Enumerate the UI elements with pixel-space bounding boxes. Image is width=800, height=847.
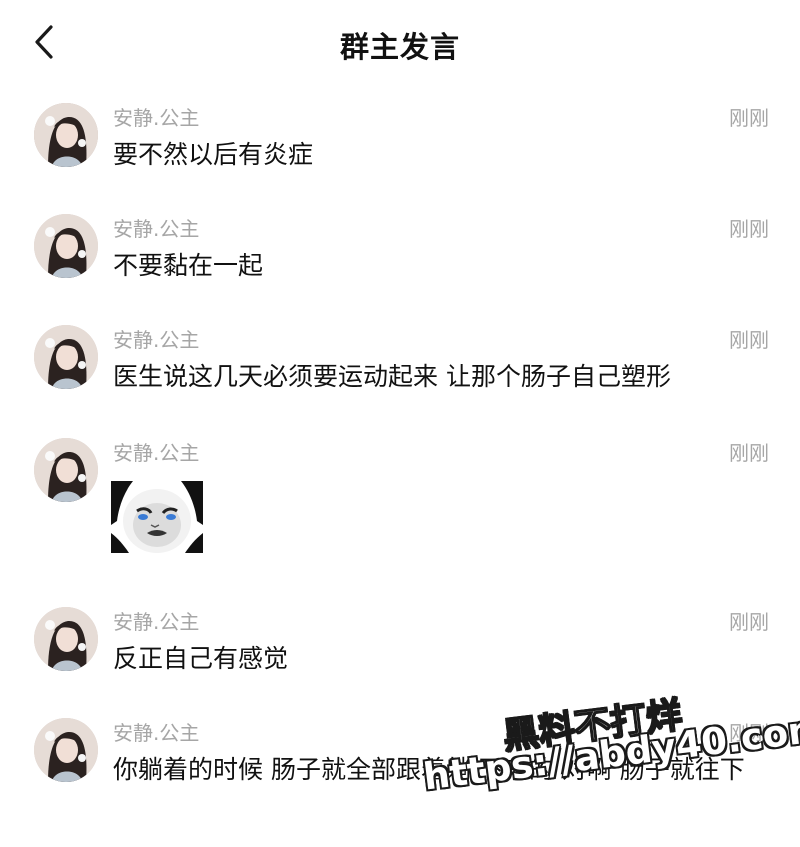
sender-name: 安静.公主 xyxy=(113,106,200,130)
avatar[interactable] xyxy=(34,325,98,389)
avatar[interactable] xyxy=(34,438,98,502)
message-time: 刚刚 xyxy=(729,721,769,745)
message-text: 你躺着的时候 肠子就全部跟着躺 下来的 对啊 肠子就往下 xyxy=(113,755,745,784)
sender-name: 安静.公主 xyxy=(113,610,200,634)
page-title: 群主发言 xyxy=(339,30,460,64)
sender-name: 安静.公主 xyxy=(113,441,200,465)
avatar[interactable] xyxy=(34,103,98,167)
message-text: 反正自己有感觉 xyxy=(113,644,289,673)
message-time: 刚刚 xyxy=(729,610,769,634)
sender-name: 安静.公主 xyxy=(113,328,200,352)
avatar[interactable] xyxy=(34,214,98,278)
message-text: 要不然以后有炎症 xyxy=(113,140,314,169)
message-time: 刚刚 xyxy=(729,106,769,130)
sender-name: 安静.公主 xyxy=(113,721,200,745)
message-time: 刚刚 xyxy=(729,441,769,465)
message-time: 刚刚 xyxy=(729,328,769,352)
sender-name: 安静.公主 xyxy=(113,217,200,241)
watermark-title: 黑料不打烊 xyxy=(500,694,685,758)
avatar[interactable] xyxy=(34,607,98,671)
watermark: 黑料不打烊 https://abdy40.com xyxy=(400,651,800,839)
avatar[interactable] xyxy=(34,718,98,782)
panda-face-sticker[interactable] xyxy=(111,481,203,553)
message-time: 刚刚 xyxy=(729,217,769,241)
message-text: 医生说这几天必须要运动起来 让那个肠子自己塑形 xyxy=(113,362,671,391)
header-bar: 群主发言 xyxy=(0,0,800,86)
message-text: 不要黏在一起 xyxy=(113,251,264,280)
